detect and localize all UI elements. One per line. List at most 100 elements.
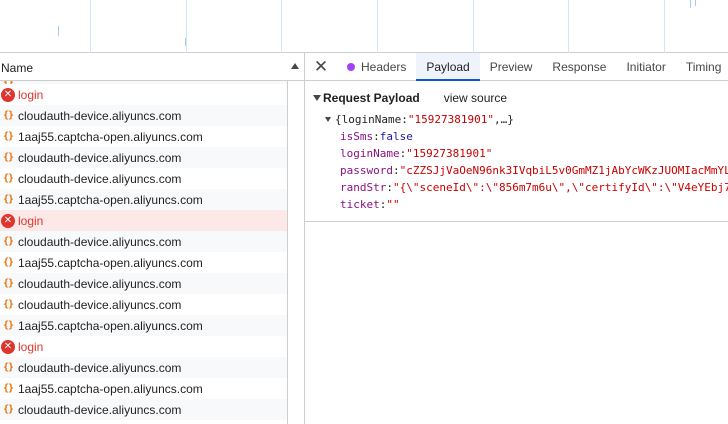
js-icon: {}	[2, 383, 14, 394]
field-key: randStr	[340, 181, 387, 194]
request-row[interactable]: {} 1aaj55.captcha-open.aliyuncs.com	[0, 378, 287, 399]
field-key: isSms	[340, 130, 374, 143]
root-open: {loginName:	[335, 113, 408, 126]
field-separator: :	[373, 130, 380, 143]
field-value: ""	[386, 198, 400, 211]
timeline-gridline	[281, 0, 282, 53]
js-icon: {}	[2, 194, 14, 205]
tab-label: Timing	[685, 59, 722, 74]
timeline-gridline	[186, 0, 187, 53]
tab-payload[interactable]: Payload	[416, 53, 481, 81]
timeline-bar	[695, 0, 696, 6]
request-list-panel: Name {}✕login{}cloudauth-device.aliyuncs…	[0, 53, 305, 424]
request-row[interactable]: {} cloudauth-device.aliyuncs.com	[0, 273, 287, 294]
request-name: 1aaj55.captcha-open.aliyuncs.com	[18, 255, 203, 270]
tab-headers[interactable]: Headers	[337, 53, 416, 80]
request-name: cloudauth-device.aliyuncs.com	[18, 360, 182, 375]
field-separator: :	[399, 147, 407, 160]
timeline-gridline	[664, 0, 665, 53]
request-row[interactable]: ✕ login	[0, 84, 287, 105]
js-icon: {}	[2, 131, 14, 142]
error-icon: ✕	[1, 87, 15, 102]
tab-timing[interactable]: Timing	[676, 53, 722, 80]
request-row[interactable]: {} cloudauth-device.aliyuncs.com	[0, 399, 287, 420]
payload-object-root[interactable]: {loginName: "15927381901",…}	[325, 113, 514, 126]
tab-label: Payload	[426, 59, 470, 74]
request-name: cloudauth-device.aliyuncs.com	[18, 108, 182, 123]
js-icon: {}	[2, 404, 14, 415]
tab-label: Preview	[489, 59, 533, 74]
field-value: "cZZSJjVaOeN96nk3IVqbiL5v0GmMZ1jAbYcWKzJ…	[399, 164, 728, 177]
js-icon: {}	[2, 152, 14, 163]
request-row[interactable]: {} 1aaj55.captcha-open.aliyuncs.com	[0, 189, 287, 210]
request-row[interactable]: {} cloudauth-device.aliyuncs.com	[0, 357, 287, 378]
timeline-gridline	[473, 0, 474, 53]
payload-field-randstr[interactable]: randStr: "{\"sceneId\":\"856m7m6u\",\"ce…	[340, 181, 728, 194]
js-icon: {}	[2, 236, 14, 247]
expand-triangle-icon[interactable]	[325, 117, 331, 122]
request-row[interactable]: {} cloudauth-device.aliyuncs.com	[0, 231, 287, 252]
field-key: password	[340, 164, 393, 177]
field-value: "15927381901"	[406, 147, 493, 160]
request-row[interactable]: ✕ login	[0, 336, 287, 357]
request-name: login	[18, 213, 44, 228]
status-dot-icon	[347, 62, 355, 71]
field-key: loginName	[340, 147, 400, 160]
timeline-gridline	[90, 0, 91, 53]
request-payload-header[interactable]: Request Payload view source	[313, 91, 507, 105]
network-timeline[interactable]	[0, 0, 728, 53]
root-close: ,…}	[493, 113, 514, 126]
tab-label: Initiator	[626, 59, 666, 74]
js-icon: {}	[2, 299, 14, 310]
request-row[interactable]: {} cloudauth-device.aliyuncs.com	[0, 147, 287, 168]
close-icon[interactable]: ✕	[305, 53, 337, 80]
field-separator: :	[386, 181, 393, 194]
js-icon: {}	[2, 362, 14, 373]
timeline-bar	[185, 38, 186, 46]
request-name: cloudauth-device.aliyuncs.com	[18, 297, 182, 312]
request-row[interactable]: {} 1aaj55.captcha-open.aliyuncs.com	[0, 315, 287, 336]
request-name: 1aaj55.captcha-open.aliyuncs.com	[18, 192, 203, 207]
timeline-gridline	[568, 0, 569, 53]
root-value: "15927381901"	[407, 113, 494, 126]
request-row[interactable]: {} 1aaj55.captcha-open.aliyuncs.com	[0, 252, 287, 273]
request-name: login	[18, 87, 44, 102]
request-name: 1aaj55.captcha-open.aliyuncs.com	[18, 381, 203, 396]
request-name: cloudauth-device.aliyuncs.com	[18, 402, 182, 417]
tab-response[interactable]: Response	[542, 53, 616, 80]
payload-field-issms[interactable]: isSms: false	[340, 130, 413, 143]
tab-initiator[interactable]: Initiator	[616, 53, 675, 80]
field-separator: :	[379, 198, 387, 211]
request-name: cloudauth-device.aliyuncs.com	[18, 276, 182, 291]
timeline-bar	[690, 0, 691, 8]
name-column-header[interactable]: Name	[0, 53, 304, 81]
request-row[interactable]: {} cloudauth-device.aliyuncs.com	[0, 168, 287, 189]
request-row[interactable]: {} cloudauth-device.aliyuncs.com	[0, 105, 287, 126]
column-header-label: Name	[1, 61, 34, 75]
request-row[interactable]: {} 1aaj55.captcha-open.aliyuncs.com	[0, 126, 287, 147]
js-icon: {}	[2, 110, 14, 121]
payload-field-password[interactable]: password: "cZZSJjVaOeN96nk3IVqbiL5v0GmMZ…	[340, 164, 728, 177]
request-rows: {}✕login{}cloudauth-device.aliyuncs.com{…	[0, 81, 287, 420]
timeline-bar	[58, 26, 59, 36]
request-detail-panel: ✕ Headers Payload Preview Response Initiator…	[305, 53, 728, 424]
section-title: Request Payload	[323, 91, 420, 105]
payload-field-loginname[interactable]: loginName: "15927381901"	[340, 147, 492, 160]
payload-field-ticket[interactable]: ticket: ""	[340, 198, 400, 211]
js-icon: {}	[2, 173, 14, 184]
field-value: false	[379, 130, 413, 143]
request-name: cloudauth-device.aliyuncs.com	[18, 150, 182, 165]
js-icon: {}	[2, 320, 14, 331]
request-row[interactable]: {} cloudauth-device.aliyuncs.com	[0, 294, 287, 315]
tab-preview[interactable]: Preview	[480, 53, 543, 80]
field-separator: :	[392, 164, 400, 177]
js-icon: {}	[2, 278, 14, 289]
timeline-gridline	[377, 0, 378, 53]
error-icon: ✕	[1, 213, 15, 228]
scrollbar[interactable]	[288, 81, 304, 424]
request-row[interactable]: ✕ login	[0, 210, 287, 231]
expand-triangle-icon[interactable]	[313, 95, 321, 101]
view-source-link[interactable]: view source	[444, 91, 507, 105]
js-icon: {}	[2, 257, 14, 268]
sort-up-icon[interactable]	[291, 63, 299, 69]
